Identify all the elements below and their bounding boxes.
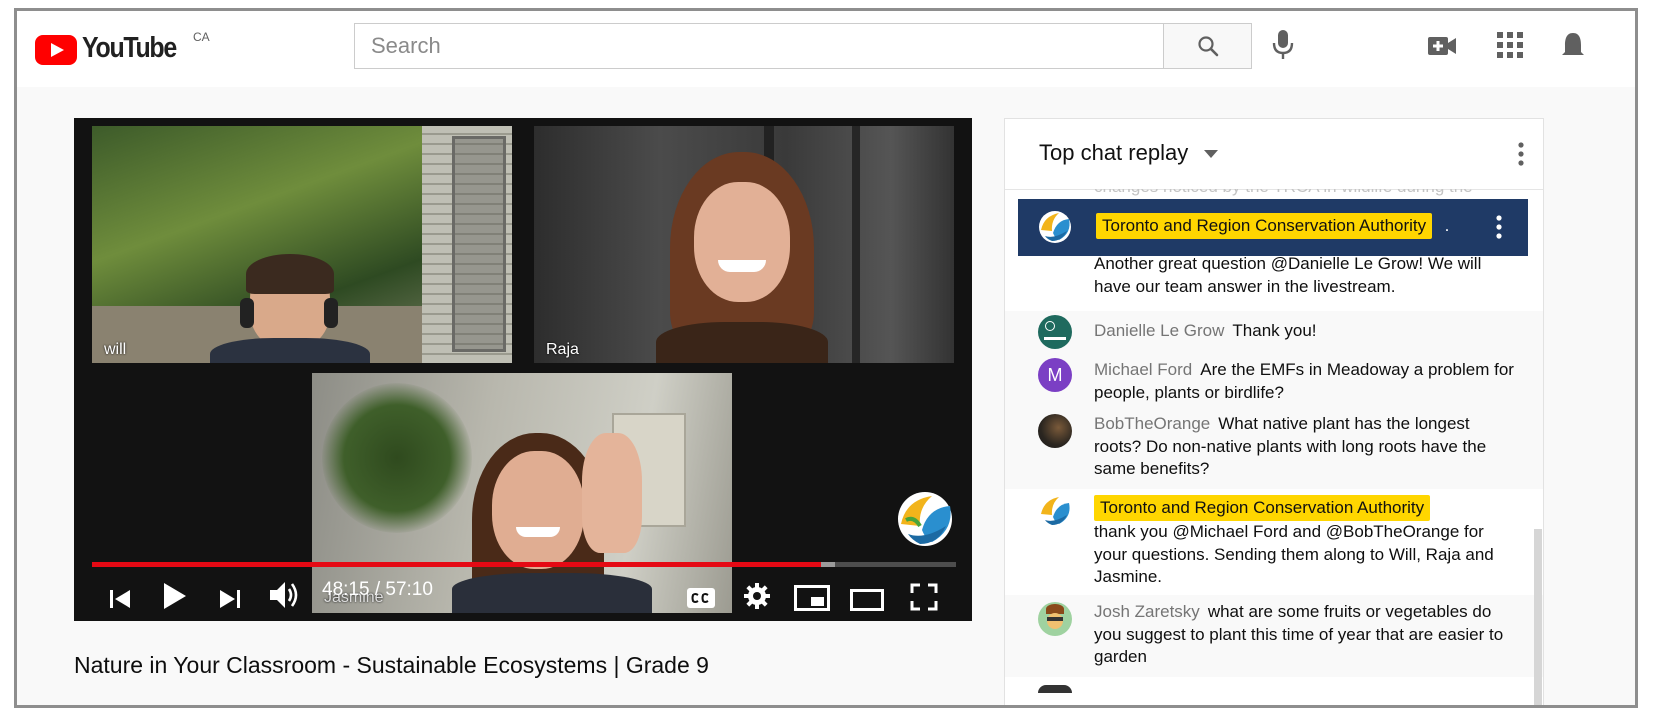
chat-message: Toronto and Region Conservation Authorit… [1005, 489, 1543, 595]
owner-author-badge[interactable]: Toronto and Region Conservation Authorit… [1094, 495, 1431, 521]
chat-mode-label: Top chat replay [1039, 140, 1189, 165]
chat-message: BobTheOrange What native plant has the lo… [1005, 407, 1543, 489]
author-name[interactable]: Michael Ford [1094, 360, 1192, 379]
masthead: YouTube CA [17, 11, 1635, 87]
owner-author-badge[interactable]: Toronto and Region Conservation Authorit… [1096, 213, 1433, 239]
participant-name-raja: Raja [546, 341, 579, 358]
next-avatar-partial [1038, 685, 1072, 693]
chat-scrollbar[interactable] [1534, 529, 1542, 705]
trca-avatar-icon [1039, 211, 1071, 243]
josh-avatar[interactable] [1038, 602, 1072, 636]
dropdown-arrow-icon [1204, 150, 1219, 159]
microphone-icon[interactable] [1272, 29, 1294, 61]
next-icon[interactable] [218, 581, 242, 617]
logo-text: YouTube [82, 32, 177, 64]
search-icon [1198, 36, 1219, 57]
progress-played [92, 562, 822, 567]
channel-watermark-icon[interactable] [896, 490, 954, 548]
youtube-play-logo-icon [35, 35, 77, 65]
miniplayer-icon[interactable] [794, 580, 830, 616]
message-text: thank you @Michael Ford and @BobTheOrang… [1094, 522, 1494, 586]
progress-bar[interactable] [92, 562, 956, 567]
plant-shape [322, 383, 472, 533]
person-raja [642, 152, 842, 363]
participant-tile-raja: Raja [534, 126, 954, 363]
author-name[interactable]: Josh Zaretsky [1094, 602, 1200, 621]
live-chat-panel: Top chat replay changes noticed by the T… [1004, 118, 1544, 705]
person-will [210, 254, 370, 363]
person-jasmine [452, 433, 652, 613]
volume-icon[interactable] [268, 577, 302, 613]
notifications-bell-icon[interactable] [1561, 31, 1585, 61]
trca-avatar-icon[interactable] [1038, 494, 1072, 528]
search-input[interactable] [355, 24, 1163, 68]
message-text: Another great question @Danielle Le Grow… [1094, 254, 1482, 296]
author-name[interactable]: BobTheOrange [1094, 414, 1210, 433]
message-text: Thank you! [1232, 321, 1317, 340]
theater-mode-icon[interactable] [850, 582, 884, 618]
author-name[interactable]: Danielle Le Grow [1094, 321, 1224, 340]
chat-header: Top chat replay [1005, 119, 1543, 190]
bob-avatar[interactable] [1038, 414, 1072, 448]
chat-messages[interactable]: changes noticed by the TRCA in wildlife … [1005, 189, 1543, 705]
captions-icon[interactable] [686, 580, 716, 616]
chat-message: Danielle Le Grow Thank you! [1005, 311, 1543, 353]
previous-icon[interactable] [108, 581, 132, 617]
michael-avatar[interactable]: M [1038, 358, 1072, 392]
create-video-icon[interactable] [1427, 35, 1457, 57]
participant-name-will: will [104, 341, 127, 358]
danielle-avatar[interactable] [1038, 315, 1072, 349]
truncated-message: changes noticed by the TRCA in wildlife … [1094, 189, 1473, 197]
chat-mode-dropdown[interactable]: Top chat replay [1039, 140, 1219, 166]
chat-message: Josh Zaretsky what are some fruits or veg… [1005, 595, 1543, 677]
country-code: CA [193, 30, 210, 44]
video-title: Nature in Your Classroom - Sustainable E… [74, 652, 709, 678]
avatar-initial: M [1047, 365, 1063, 385]
pinned-trailing-text: . [1444, 216, 1450, 235]
search-button[interactable] [1163, 24, 1251, 68]
message-menu-icon[interactable] [1496, 215, 1502, 239]
fullscreen-icon[interactable] [910, 579, 938, 615]
video-player[interactable]: will Raja Jasmine 48:15 / 57:10 [74, 118, 972, 621]
more-options-icon[interactable] [1518, 142, 1524, 166]
time-display: 48:15 / 57:10 [322, 579, 433, 600]
highlighted-message-banner[interactable]: Toronto and Region Conservation Authorit… [1018, 199, 1528, 256]
search-box [354, 23, 1252, 69]
participant-tile-will: will [92, 126, 512, 363]
chat-message: M Michael Ford Are the EMFs in Meadoway a… [1005, 353, 1543, 407]
play-icon[interactable] [162, 578, 188, 614]
participant-tile-jasmine: Jasmine [312, 373, 732, 613]
browser-frame: YouTube CA Search will Raja Jasmine 48:1… [14, 8, 1638, 708]
apps-grid-icon[interactable] [1497, 32, 1523, 58]
settings-gear-icon[interactable] [743, 578, 771, 614]
